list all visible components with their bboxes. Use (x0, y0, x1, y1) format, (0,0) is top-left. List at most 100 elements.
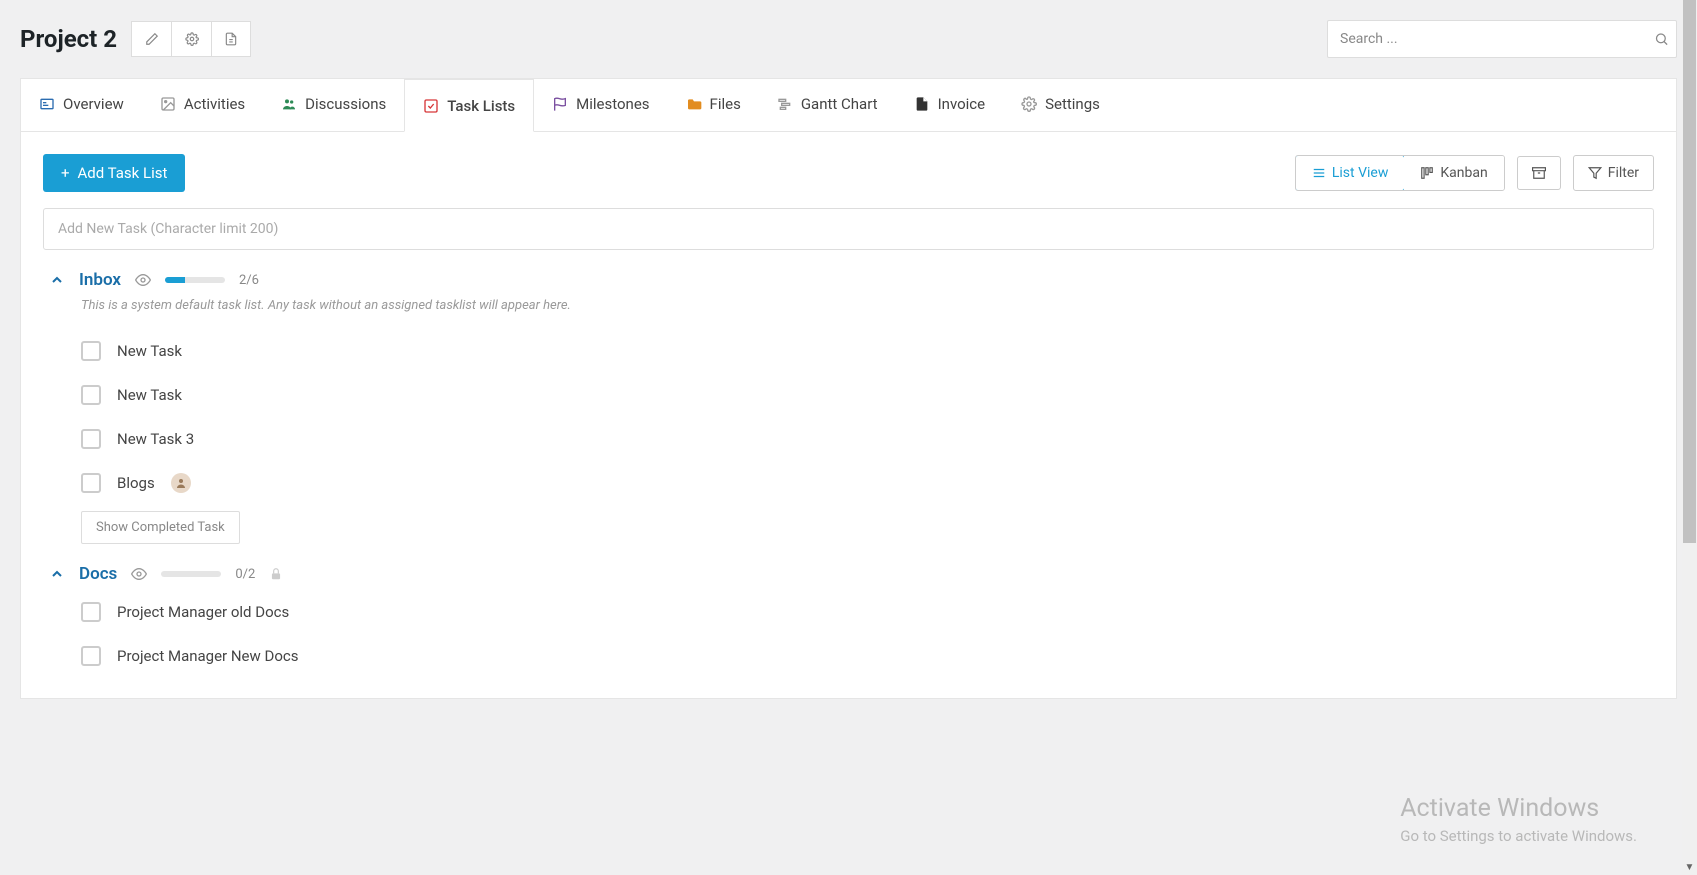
toolbar: + Add Task List List View Kanban (21, 132, 1676, 208)
eye-icon[interactable] (135, 272, 151, 288)
image-icon (160, 96, 176, 112)
add-task-row (43, 208, 1654, 250)
tasklists-container: Inbox 2/6 This is a system default task li… (21, 270, 1676, 698)
task-item: New Task (81, 373, 1654, 417)
task-label[interactable]: Project Manager old Docs (117, 603, 289, 621)
tab-files[interactable]: Files (668, 79, 759, 131)
archive-button[interactable] (1517, 156, 1561, 190)
task-checkbox[interactable] (81, 602, 101, 622)
project-action-group (131, 21, 251, 57)
tab-activities[interactable]: Activities (142, 79, 263, 131)
list-view-button[interactable]: List View (1295, 155, 1406, 191)
progress-bar (161, 571, 221, 577)
header-left: Project 2 (20, 21, 251, 57)
archive-icon (1532, 166, 1546, 180)
task-label[interactable]: Blogs (117, 474, 155, 492)
tab-milestones[interactable]: Milestones (534, 79, 667, 131)
gantt-icon (777, 96, 793, 112)
document-icon (224, 32, 238, 46)
tab-label: Files (710, 95, 741, 113)
task-label[interactable]: Project Manager New Docs (117, 647, 299, 665)
tasklist-header: Inbox 2/6 (49, 270, 1654, 290)
tab-invoice[interactable]: Invoice (896, 79, 1004, 131)
project-settings-button[interactable] (171, 21, 211, 57)
add-tasklist-button[interactable]: + Add Task List (43, 154, 185, 192)
tab-label: Settings (1045, 95, 1100, 113)
add-tasklist-label: Add Task List (78, 164, 168, 182)
tab-label: Task Lists (447, 97, 515, 115)
windows-activation-watermark: Activate Windows Go to Settings to activ… (1400, 794, 1637, 845)
collapse-button[interactable] (49, 566, 65, 582)
tab-label: Discussions (305, 95, 386, 113)
tab-label: Invoice (938, 95, 986, 113)
filter-button[interactable]: Filter (1573, 155, 1654, 191)
task-item: Blogs (81, 461, 1654, 505)
watermark-title: Activate Windows (1400, 794, 1637, 823)
view-toggle: List View Kanban (1295, 155, 1505, 191)
list-icon (1312, 166, 1326, 180)
kanban-label: Kanban (1440, 165, 1487, 181)
add-task-input[interactable] (43, 208, 1654, 250)
eye-icon[interactable] (131, 566, 147, 582)
task-items: Project Manager old Docs Project Manager … (81, 590, 1654, 678)
task-checkbox[interactable] (81, 385, 101, 405)
tab-overview[interactable]: Overview (21, 79, 142, 131)
tab-tasklists[interactable]: Task Lists (404, 79, 534, 132)
task-label[interactable]: New Task (117, 342, 182, 360)
task-label[interactable]: New Task (117, 386, 182, 404)
tasklist-description: This is a system default task list. Any … (81, 298, 1654, 313)
gear-icon (185, 32, 199, 46)
tasklist-docs: Docs0/2Project Manager old DocsProject M… (21, 564, 1676, 698)
progress-text: 0/2 (235, 567, 255, 582)
scrollbar-thumb[interactable] (1683, 0, 1696, 543)
project-duplicate-button[interactable] (211, 21, 251, 57)
tasklist-header: Docs 0/2 (49, 564, 1654, 584)
search-input[interactable] (1327, 20, 1677, 58)
task-label[interactable]: New Task 3 (117, 430, 194, 448)
tab-discussions[interactable]: Discussions (263, 79, 404, 131)
plus-icon: + (61, 164, 70, 182)
show-completed-button[interactable]: Show Completed Task (81, 511, 240, 544)
gear-icon (1021, 96, 1037, 112)
pencil-icon (145, 32, 159, 46)
tab-label: Overview (63, 95, 124, 113)
assignee-avatar[interactable] (171, 473, 191, 493)
scrollbar-track[interactable]: ▼ (1682, 0, 1697, 875)
task-checkbox[interactable] (81, 473, 101, 493)
task-items: New Task New Task New Task 3 Blogs Show Comp… (81, 329, 1654, 544)
collapse-button[interactable] (49, 272, 65, 288)
task-checkbox[interactable] (81, 429, 101, 449)
search-button[interactable] (1654, 32, 1669, 47)
task-checkbox[interactable] (81, 646, 101, 666)
lock-icon (269, 567, 283, 581)
kanban-view-button[interactable]: Kanban (1404, 156, 1503, 190)
check-icon (423, 98, 439, 114)
tasklist-title[interactable]: Docs (79, 564, 117, 584)
tabs: Overview Activities Discussions Task Lists M… (21, 79, 1676, 132)
task-item: Project Manager old Docs (81, 590, 1654, 634)
task-item: New Task 3 (81, 417, 1654, 461)
tasklist-inbox: Inbox 2/6 This is a system default task li… (21, 270, 1676, 564)
filter-icon (1588, 166, 1602, 180)
scrollbar-down-arrow[interactable]: ▼ (1682, 860, 1697, 875)
tab-settings[interactable]: Settings (1003, 79, 1118, 131)
project-title: Project 2 (20, 25, 117, 53)
overview-icon (39, 96, 55, 112)
page-header: Project 2 (0, 0, 1697, 78)
search-wrap (1327, 20, 1677, 58)
filter-label: Filter (1608, 165, 1639, 181)
search-icon (1654, 32, 1669, 47)
tab-gantt[interactable]: Gantt Chart (759, 79, 896, 131)
task-item: Project Manager New Docs (81, 634, 1654, 678)
task-checkbox[interactable] (81, 341, 101, 361)
tab-label: Activities (184, 95, 245, 113)
folder-icon (686, 96, 702, 112)
progress-text: 2/6 (239, 273, 259, 288)
people-icon (281, 96, 297, 112)
doc-icon (914, 96, 930, 112)
list-view-label: List View (1332, 165, 1389, 181)
progress-bar (165, 277, 225, 283)
watermark-subtitle: Go to Settings to activate Windows. (1400, 827, 1637, 845)
tasklist-title[interactable]: Inbox (79, 270, 121, 290)
edit-project-button[interactable] (131, 21, 171, 57)
